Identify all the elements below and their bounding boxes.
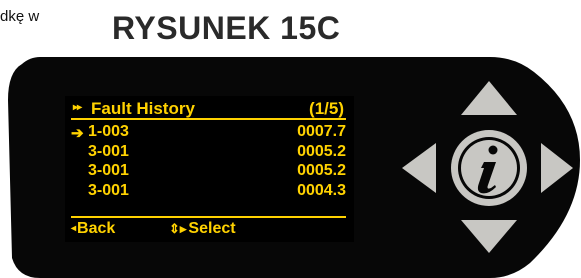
fault-row[interactable]: 3-001 0005.2 xyxy=(71,143,346,163)
fault-code: 1-003 xyxy=(88,123,129,140)
fault-row[interactable]: 3-001 0005.2 xyxy=(71,162,346,182)
back-softkey[interactable]: ◂Back xyxy=(71,220,115,238)
lcd-screen: ▸▸ Fault History (1/5) ➔ 1-003 0007.7 3-… xyxy=(65,96,354,242)
fault-code: 3-001 xyxy=(88,162,129,179)
fault-row[interactable]: ➔ 1-003 0007.7 xyxy=(71,123,346,143)
back-label: Back xyxy=(77,220,116,237)
page-indicator: (1/5) xyxy=(309,99,344,118)
fault-value: 0007.7 xyxy=(297,123,346,140)
selection-arrow-icon: ➔ xyxy=(71,125,84,142)
select-arrows-icon: ⇕▸ xyxy=(169,221,187,236)
header-arrows-icon: ▸▸ xyxy=(73,102,82,113)
select-label: Select xyxy=(188,220,236,237)
fault-value: 0005.2 xyxy=(297,142,346,160)
header-label: Fault History xyxy=(91,99,195,118)
fault-code: 3-001 xyxy=(88,142,129,160)
back-arrow-icon: ◂ xyxy=(71,223,77,234)
fault-code: 3-001 xyxy=(88,181,129,199)
fault-value: 0005.2 xyxy=(297,162,346,179)
screen-footer: ◂Back ⇕▸ Select xyxy=(71,216,346,242)
select-softkey[interactable]: ⇕▸ Select xyxy=(169,220,236,238)
fault-row[interactable]: 3-001 0004.3 xyxy=(71,182,346,202)
fault-list: ➔ 1-003 0007.7 3-001 0005.2 3-001 0005.2… xyxy=(71,123,346,201)
info-icon[interactable] xyxy=(451,130,527,206)
fault-value: 0004.3 xyxy=(297,181,346,199)
screen-header: ▸▸ Fault History (1/5) xyxy=(71,98,346,120)
